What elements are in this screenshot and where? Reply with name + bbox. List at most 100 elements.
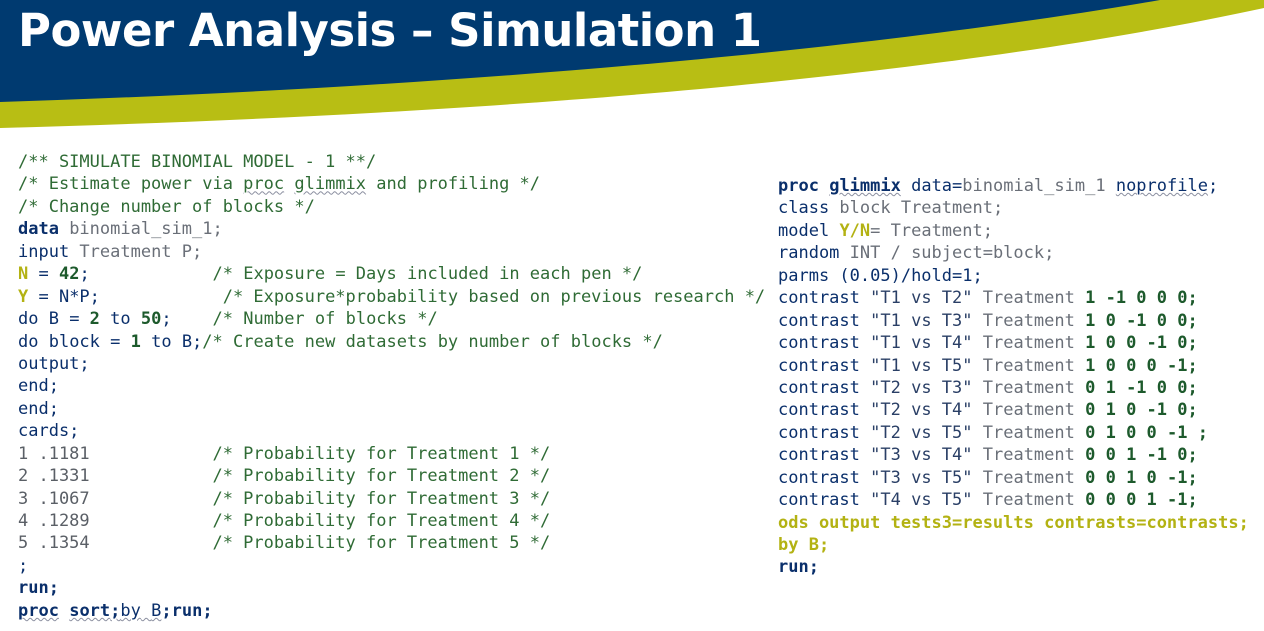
code-keyword: contrast [778, 377, 860, 398]
code-text: ; [79, 264, 213, 285]
code-keyword: contrast [778, 333, 860, 354]
code-line: ods output tests3=results contrasts=cont… [778, 512, 1249, 533]
code-line: N = 42; /* Exposure = Days included in e… [18, 263, 770, 285]
code-comment: glimmix [294, 174, 367, 195]
contrast-line: contrast "T1 vs T2" Treatment 1 -1 0 0 0… [778, 287, 1258, 309]
contrast-line: contrast "T2 vs T4" Treatment 0 1 0 -1 0… [778, 399, 1258, 421]
contrast-label: "T2 vs T3" [870, 377, 973, 398]
code-variable: Y [18, 286, 29, 307]
code-text: = [28, 264, 59, 285]
code-comment: /* Probability for Treatment 2 */ [212, 466, 551, 487]
data-value: 4 .1289 [18, 511, 213, 531]
code-text: (0.05)/hold=1; [829, 265, 983, 286]
code-line: class block Treatment; [778, 197, 1258, 219]
code-keyword: contrast [778, 422, 860, 443]
code-keyword: model [778, 220, 830, 241]
code-line: end; [18, 376, 59, 397]
code-comment: /* Number of blocks */ [212, 309, 438, 330]
code-text: Treatment [982, 422, 1075, 443]
code-text: Treatment [982, 355, 1075, 376]
code-text: binomial_sim_1 [962, 176, 1106, 196]
code-keyword: contrast [778, 445, 860, 466]
code-text: data= [900, 176, 963, 196]
contrast-line: contrast "T1 vs T5" Treatment 1 0 0 0 -1… [778, 355, 1258, 377]
sas-code-glimmix: proc glimmix data=binomial_sim_1 noprofi… [778, 175, 1258, 579]
contrast-line: contrast "T4 vs T5" Treatment 0 0 0 1 -1… [778, 489, 1258, 511]
code-text: Treatment [982, 445, 1075, 466]
code-line: proc glimmix data=binomial_sim_1 noprofi… [778, 175, 1258, 197]
code-text: Treatment [982, 490, 1075, 511]
data-value: 5 .1354 [18, 533, 213, 554]
code-line: parms (0.05)/hold=1; [778, 265, 1258, 287]
code-keyword: contrast [778, 310, 860, 331]
contrast-label: "T3 vs T5" [870, 467, 973, 488]
data-value: 3 .1067 [18, 488, 213, 509]
code-comment: /* Exposure*probability based on previou… [222, 286, 766, 307]
data-value: 1 .1181 [18, 443, 213, 464]
code-line: random INT / subject=block; [778, 242, 1258, 264]
code-keyword: to [140, 331, 182, 352]
code-line: /* Estimate power via proc glimmix and p… [18, 173, 770, 195]
code-keyword: input [18, 241, 70, 262]
sas-code-data-step: /** SIMULATE BINOMIAL MODEL - 1 **/ /* E… [18, 151, 770, 622]
data-value: 2 .1331 [18, 466, 213, 487]
slide-title: Power Analysis – Simulation 1 [18, 4, 762, 57]
code-keyword: class [778, 198, 830, 219]
contrast-coefficients: 0 0 0 1 -1; [1085, 490, 1198, 511]
code-line: ; [18, 555, 29, 576]
code-keyword: random [778, 243, 840, 264]
code-line: 1 .1181 /* Probability for Treatment 1 *… [18, 443, 770, 465]
code-text: ; [110, 600, 121, 621]
code-keyword: data [18, 219, 59, 240]
code-text: Treatment [982, 400, 1075, 421]
code-line: Y = N*P; /* Exposure*probability based o… [18, 286, 770, 308]
code-keyword: proc [18, 600, 59, 621]
code-line: do B = 2 to 50; /* Number of blocks */ [18, 308, 770, 330]
code-line: proc sort;by B;run; [18, 600, 770, 622]
contrast-coefficients: 1 0 0 0 -1; [1085, 355, 1198, 376]
code-keyword: parms [778, 265, 830, 286]
code-comment: proc [243, 174, 285, 195]
code-variable: Y/N [839, 220, 871, 241]
code-text: B = [38, 309, 90, 330]
code-text: block = [38, 331, 131, 352]
contrast-label: "T1 vs T3" [870, 310, 973, 331]
code-keyword: contrast [778, 400, 860, 421]
code-line: /** SIMULATE BINOMIAL MODEL - 1 **/ [18, 152, 377, 172]
contrast-label: "T4 vs T5" [870, 490, 973, 511]
code-keyword: to [99, 309, 141, 330]
code-comment: and profiling */ [366, 174, 541, 195]
contrast-label: "T2 vs T4" [870, 400, 973, 421]
code-keyword: do [18, 309, 39, 330]
code-keyword: glimmix [829, 176, 901, 196]
code-text: Treatment P; [69, 241, 203, 262]
contrast-coefficients: 0 1 0 0 -1 ; [1085, 422, 1208, 443]
code-text: = Treatment; [870, 220, 993, 241]
contrast-line: contrast "T2 vs T5" Treatment 0 1 0 0 -1… [778, 422, 1258, 444]
contrast-label: "T1 vs T5" [870, 355, 973, 376]
code-comment [284, 174, 294, 194]
contrast-coefficients: 1 0 0 -1 0; [1085, 333, 1198, 354]
code-keyword: contrast [778, 490, 860, 511]
code-line: output; [18, 353, 90, 374]
contrast-line: contrast "T1 vs T3" Treatment 1 0 -1 0 0… [778, 310, 1258, 332]
code-line: /* Change number of blocks */ [18, 196, 315, 217]
code-comment: /* Create new datasets by number of bloc… [202, 331, 663, 352]
code-keyword: run [171, 600, 203, 621]
code-number: 50 [140, 309, 162, 330]
contrast-line: contrast "T1 vs T4" Treatment 1 0 0 -1 0… [778, 332, 1258, 354]
code-text: Treatment [982, 467, 1075, 488]
code-line: 5 .1354 /* Probability for Treatment 5 *… [18, 532, 770, 554]
code-text: ; [1207, 176, 1219, 196]
code-variable: N [18, 264, 29, 285]
code-keyword: sort [69, 600, 111, 621]
code-comment: /* Probability for Treatment 4 */ [212, 511, 551, 531]
contrast-label: "T3 vs T4" [870, 445, 973, 466]
code-text: block Treatment; [829, 198, 1004, 219]
code-text: binomial_sim_1; [58, 219, 223, 240]
code-line: data binomial_sim_1; [18, 218, 770, 240]
contrast-line: contrast "T3 vs T4" Treatment 0 0 1 -1 0… [778, 444, 1258, 466]
code-comment: /* Estimate power via [18, 174, 244, 195]
